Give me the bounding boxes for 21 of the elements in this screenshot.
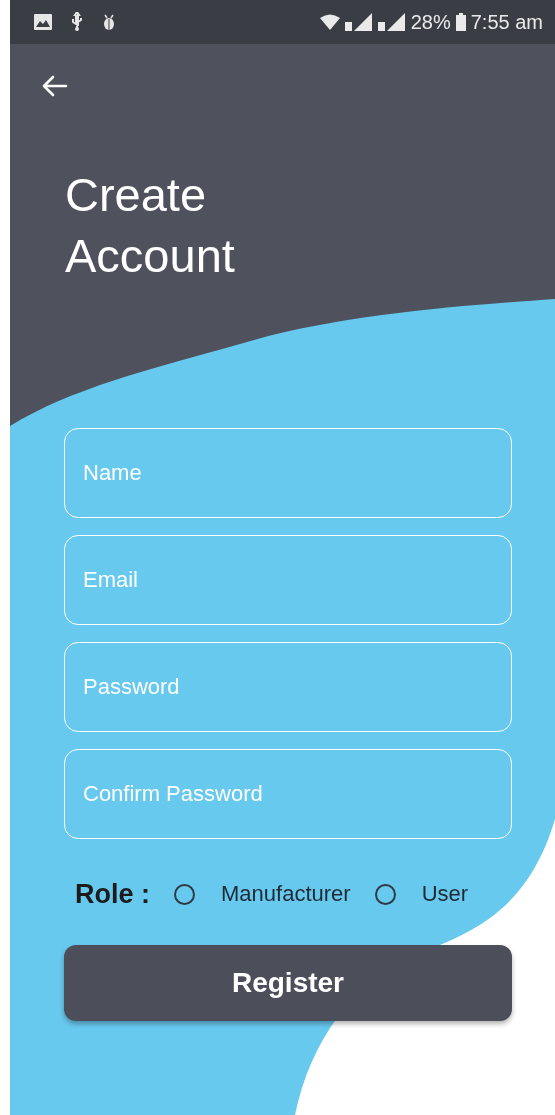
page-title: Create Account bbox=[65, 167, 236, 284]
radio-button[interactable] bbox=[174, 883, 195, 905]
role-label: Role : bbox=[75, 878, 150, 910]
radio-label[interactable]: User bbox=[421, 881, 469, 907]
signal-icon bbox=[344, 13, 373, 31]
image-icon bbox=[34, 14, 52, 30]
usb-icon bbox=[70, 12, 84, 32]
wifi-icon bbox=[319, 14, 340, 30]
input-field[interactable]: Confirm Password bbox=[64, 749, 512, 839]
radio-button[interactable] bbox=[374, 883, 396, 905]
register-button[interactable]: Register bbox=[64, 945, 512, 1021]
battery-icon bbox=[455, 13, 466, 31]
input-field[interactable]: Password bbox=[64, 642, 512, 732]
signal-icon bbox=[377, 13, 406, 31]
input-field[interactable]: Name bbox=[64, 428, 512, 518]
back-arrow-icon[interactable] bbox=[40, 74, 68, 98]
battery-percentage: 28% bbox=[410, 10, 451, 34]
bug-icon bbox=[102, 13, 116, 31]
status-time: 7:55 am bbox=[470, 10, 543, 34]
radio-label[interactable]: Manufacturer bbox=[221, 881, 351, 907]
input-field[interactable]: Email bbox=[64, 535, 512, 625]
